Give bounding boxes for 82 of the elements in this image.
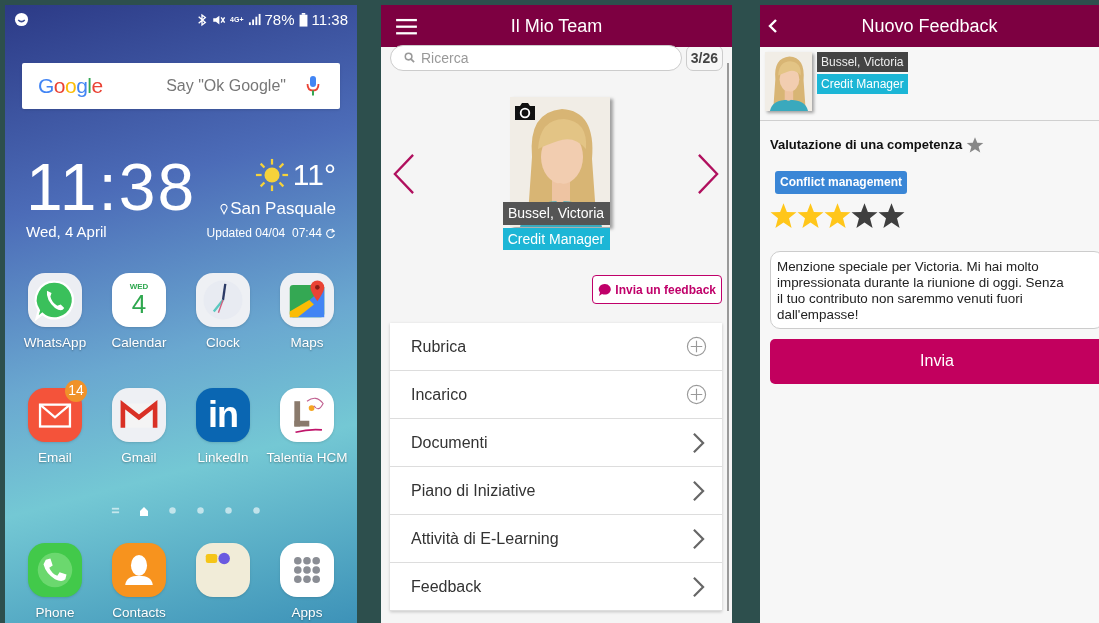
comment-field[interactable]: Menzione speciale per Victoria. Mi hai molto impressionata durante la riunione di oggi. Senza il tuo contributo non saremmo venuti fuori dall'empasse! [770, 250, 1099, 329]
search-widget[interactable]: Google Say "Ok Google" [22, 62, 340, 109]
google-logo: Google [38, 72, 103, 99]
empty-star-icon[interactable] [851, 201, 878, 229]
battery-icon [298, 12, 308, 27]
temperature: 11° [292, 159, 336, 190]
menu-label: Attività di E-Learning [411, 528, 559, 549]
clock-time: 11:38 [26, 153, 197, 220]
page-indicator-dot[interactable] [168, 506, 177, 516]
app-label[interactable]: Phone [35, 602, 75, 623]
chevron-right-icon[interactable] [692, 431, 705, 454]
menu-label: Incarico [411, 384, 468, 405]
menu-row[interactable]: Documenti [390, 419, 722, 467]
header-title: Il Mio Team [510, 14, 603, 38]
speech-bubble-icon [598, 282, 613, 297]
result-counter: 3/26 [685, 45, 723, 71]
menu-label: Feedback [411, 576, 482, 597]
section-title: Valutazione di una competenza [770, 136, 963, 154]
page-indicator-dot[interactable] [224, 506, 233, 516]
location-pin-icon [220, 202, 229, 215]
app-label[interactable]: WhatsApp [23, 333, 87, 354]
notification-badge: 14 [65, 379, 87, 402]
menu-label: Piano di Iniziative [411, 480, 536, 501]
job-title: Credit Manager [502, 228, 610, 250]
menu-icon[interactable] [396, 17, 417, 35]
app-label[interactable]: Email [38, 447, 72, 468]
clock-date: Wed, 4 April [26, 221, 108, 242]
linkedin-logo[interactable]: in [196, 387, 250, 442]
microphone-icon[interactable] [306, 74, 320, 97]
logo-text: in [207, 396, 239, 433]
app-label[interactable]: Calendar [111, 333, 167, 354]
weather-updated: Updated 04/04 07:44 [206, 225, 322, 243]
filled-star-icon[interactable] [797, 201, 824, 229]
menu-row[interactable]: Feedback [390, 563, 722, 611]
sun-icon [254, 157, 289, 192]
filled-star-icon[interactable] [824, 201, 851, 229]
calendar-weekday: WED [129, 283, 149, 292]
competency-tag[interactable]: Conflict management [775, 170, 907, 194]
weather-location: San Pasquale [230, 197, 336, 220]
notification-icon [14, 12, 29, 28]
chevron-right-icon[interactable] [692, 575, 705, 598]
scrollbar[interactable] [727, 63, 729, 611]
camera-icon[interactable] [512, 101, 537, 121]
search-icon [404, 52, 415, 63]
add-circle-icon[interactable] [686, 384, 707, 405]
page-indicator-dot[interactable] [196, 506, 205, 516]
signal-icon [247, 13, 261, 27]
filled-star-icon[interactable] [770, 201, 797, 229]
send-feedback-button[interactable]: Invia un feedback [592, 275, 722, 304]
home-page-indicator-icon[interactable] [139, 505, 149, 516]
status-time: 11:38 [311, 9, 348, 30]
app-label[interactable]: Clock [206, 333, 240, 354]
menu-row[interactable]: Incarico [390, 371, 722, 419]
person-name: Bussel, Victoria [817, 52, 908, 72]
star-icon [966, 135, 985, 154]
menu-label: Rubrica [411, 336, 467, 357]
chevron-right-icon[interactable] [692, 479, 705, 502]
calendar-icon[interactable]: WED 4 [112, 273, 166, 328]
person-name: Bussel, Victoria [502, 202, 610, 225]
send-button[interactable]: Invia [770, 338, 1099, 384]
battery-percentage: 78% [264, 9, 295, 30]
chevron-right-icon[interactable] [692, 527, 705, 550]
page-indicator-dot[interactable] [252, 506, 261, 516]
empty-star-icon[interactable] [878, 201, 905, 229]
app-label[interactable]: Contacts [112, 602, 166, 623]
search-placeholder: Say "Ok Google" [166, 75, 286, 96]
refresh-icon[interactable] [325, 227, 336, 239]
calendar-day: 4 [131, 291, 147, 318]
menu-label: Documenti [411, 432, 488, 453]
header-title: Nuovo Feedback [861, 14, 998, 38]
app-label[interactable]: LinkedIn [197, 447, 249, 468]
job-title: Credit Manager [817, 74, 908, 94]
app-label[interactable]: Talentia HCM [266, 447, 348, 468]
bluetooth-icon [197, 12, 208, 27]
menu-row[interactable]: Piano di Iniziative [390, 467, 722, 515]
app-label[interactable]: Gmail [121, 447, 157, 468]
menu-row[interactable]: Attività di E-Learning [390, 515, 722, 563]
app-label[interactable]: Apps [291, 602, 323, 623]
app-label[interactable]: Maps [290, 333, 324, 354]
add-circle-icon[interactable] [686, 336, 707, 357]
menu-row[interactable]: Rubrica [390, 323, 722, 371]
search-field[interactable]: Ricerca [390, 45, 682, 71]
